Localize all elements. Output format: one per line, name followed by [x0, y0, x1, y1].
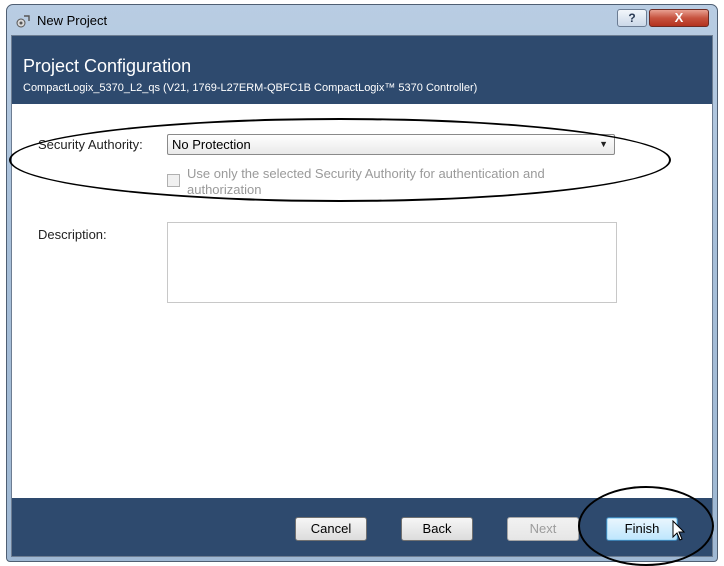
security-authority-select[interactable]: No Protection ▼: [167, 134, 615, 155]
page-title: Project Configuration: [23, 56, 192, 76]
description-field[interactable]: [167, 222, 617, 303]
security-authority-value: No Protection: [172, 137, 251, 152]
security-authority-label: Security Authority:: [38, 137, 143, 152]
description-label: Description:: [38, 227, 107, 242]
new-project-icon: [15, 13, 31, 29]
use-only-selected-checkbox[interactable]: [167, 174, 180, 187]
title-bar[interactable]: New Project ? X: [7, 5, 717, 35]
next-button[interactable]: Next: [507, 517, 579, 541]
dialog-body: Project Configuration CompactLogix_5370_…: [11, 35, 713, 557]
button-bar: Cancel Back Next Finish: [12, 498, 712, 556]
mouse-pointer-icon: [672, 519, 686, 547]
help-button[interactable]: ?: [617, 9, 647, 27]
page-subtitle: CompactLogix_5370_L2_qs (V21, 1769-L27ER…: [23, 82, 478, 94]
new-project-dialog: New Project ? X Project Configuration Co…: [6, 4, 718, 562]
finish-button[interactable]: Finish: [606, 517, 678, 541]
back-button[interactable]: Back: [401, 517, 473, 541]
close-icon: X: [674, 10, 684, 25]
chevron-down-icon: ▼: [599, 139, 608, 149]
cancel-button[interactable]: Cancel: [295, 517, 367, 541]
window-title: New Project: [37, 13, 108, 28]
close-button[interactable]: X: [649, 9, 709, 27]
header-band: Project Configuration CompactLogix_5370_…: [12, 36, 712, 104]
use-only-selected-label: Use only the selected Security Authority…: [187, 166, 545, 197]
